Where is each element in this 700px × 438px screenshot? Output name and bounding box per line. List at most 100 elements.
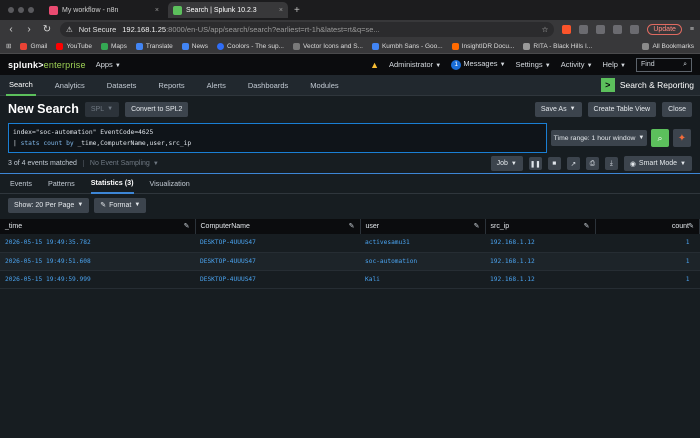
cell-computername[interactable]: DESKTOP-4UUUS47: [195, 234, 360, 253]
print-icon[interactable]: ⎙: [585, 157, 599, 170]
browser-tab-splunk[interactable]: Search | Splunk 10.2.3 ×: [168, 2, 288, 18]
cell-count[interactable]: 1: [595, 252, 700, 271]
reload-icon[interactable]: ↻: [42, 24, 52, 35]
convert-to-spl2-button[interactable]: Convert to SPL2: [125, 101, 189, 117]
address-bar[interactable]: ⚠ Not Secure 192.168.1.25:8000/en-US/app…: [60, 22, 555, 37]
close-window-icon[interactable]: [8, 7, 14, 13]
health-warning-icon[interactable]: ▲: [370, 60, 379, 70]
app-brand[interactable]: > Search & Reporting: [600, 78, 694, 92]
add-to-dashboard-icon[interactable]: ✦: [673, 129, 691, 147]
update-button[interactable]: Update: [647, 24, 682, 35]
security-label[interactable]: Not Secure: [79, 25, 117, 34]
per-page-dropdown[interactable]: Show: 20 Per Page ▼: [8, 197, 90, 213]
bookmark-insightidr[interactable]: InsightIDR Docu...: [451, 42, 514, 50]
save-as-button[interactable]: Save As ▼: [534, 101, 582, 117]
column-header-time[interactable]: _time ✎: [0, 219, 196, 234]
cell-user[interactable]: activesamu31: [360, 234, 485, 253]
administrator-menu[interactable]: Administrator ▼: [389, 60, 441, 69]
cell-count[interactable]: 1: [595, 234, 700, 253]
edit-column-icon[interactable]: ✎: [688, 222, 694, 230]
cell-user[interactable]: soc-automation: [360, 252, 485, 271]
extension-icon[interactable]: [579, 25, 589, 34]
bookmark-vector-icons[interactable]: Vector Icons and S...: [292, 42, 363, 50]
column-header-computername[interactable]: ComputerName ✎: [195, 219, 361, 234]
all-bookmarks[interactable]: All Bookmarks: [642, 42, 694, 50]
search-query-input[interactable]: index="soc-automation" EventCode=4625 | …: [8, 123, 547, 153]
minimize-window-icon[interactable]: [18, 7, 24, 13]
search-submit-button[interactable]: ⌕: [651, 129, 669, 147]
extension-icon[interactable]: [596, 25, 606, 34]
activity-menu[interactable]: Activity ▼: [561, 60, 593, 69]
apps-menu[interactable]: Apps ▼: [96, 60, 121, 69]
close-button[interactable]: Close: [662, 101, 692, 117]
tab-statistics[interactable]: Statistics (3): [90, 174, 134, 194]
not-secure-icon[interactable]: ⚠: [66, 25, 73, 34]
pause-icon[interactable]: ❚❚: [528, 157, 542, 170]
time-range-picker[interactable]: Time range: 1 hour window ▼: [551, 130, 647, 146]
stop-icon[interactable]: ■: [547, 157, 561, 170]
tab-patterns[interactable]: Patterns: [48, 174, 75, 194]
cell-src-ip[interactable]: 192.168.1.12: [485, 270, 595, 289]
event-sampling-dropdown[interactable]: No Event Sampling ▼: [82, 160, 159, 167]
share-icon[interactable]: ↗: [566, 157, 580, 170]
bookmark-kumbh-sans[interactable]: Kumbh Sans - Goo...: [371, 42, 443, 50]
bookmark-rita[interactable]: RITA - Black Hills I...: [523, 42, 592, 50]
column-header-user[interactable]: user ✎: [360, 219, 486, 234]
cell-computername[interactable]: DESKTOP-4UUUS47: [195, 270, 360, 289]
maximize-window-icon[interactable]: [28, 7, 34, 13]
cell-time[interactable]: 2026-05-15 19:49:35.782: [0, 234, 195, 253]
cell-time[interactable]: 2026-05-15 19:49:51.608: [0, 252, 195, 271]
back-icon[interactable]: ‹: [6, 24, 16, 35]
smart-mode-dropdown[interactable]: ◉ Smart Mode ▼: [623, 156, 692, 171]
find-input[interactable]: Find ⌕: [636, 57, 692, 72]
cell-count[interactable]: 1: [595, 270, 700, 289]
cell-src-ip[interactable]: 192.168.1.12: [485, 252, 595, 271]
browser-tab-n8n[interactable]: My workflow - n8n ×: [44, 2, 164, 18]
bookmark-coolors[interactable]: Coolors - The sup...: [217, 42, 284, 50]
nav-alerts[interactable]: Alerts: [204, 75, 229, 96]
forward-icon[interactable]: ›: [24, 24, 34, 35]
bookmark-translate[interactable]: Translate: [135, 42, 173, 50]
cell-time[interactable]: 2026-05-15 19:49:59.999: [0, 270, 195, 289]
export-icon[interactable]: ⤓: [604, 157, 618, 170]
edit-column-icon[interactable]: ✎: [584, 222, 590, 230]
nav-search[interactable]: Search: [6, 75, 36, 96]
job-menu[interactable]: Job ▼: [490, 156, 523, 171]
extension-icon[interactable]: [630, 25, 640, 34]
splunk-logo[interactable]: splunk>enterprise: [8, 60, 86, 70]
nav-datasets[interactable]: Datasets: [104, 75, 140, 96]
bookmark-gmail[interactable]: Gmail: [20, 42, 47, 50]
nav-dashboards[interactable]: Dashboards: [245, 75, 291, 96]
extension-icon[interactable]: [613, 25, 623, 34]
column-header-src-ip[interactable]: src_ip ✎: [485, 219, 596, 234]
tab-visualization[interactable]: Visualization: [150, 174, 190, 194]
column-header-count[interactable]: count ✎: [595, 219, 700, 234]
nav-reports[interactable]: Reports: [155, 75, 187, 96]
new-tab-icon[interactable]: +: [294, 5, 300, 16]
bookmark-star-icon[interactable]: ☆: [542, 25, 549, 34]
messages-menu[interactable]: 1 Messages ▼: [451, 59, 506, 70]
bookmark-youtube[interactable]: YouTube: [56, 42, 92, 50]
spl-toggle[interactable]: SPL ▼: [84, 101, 120, 117]
apps-grid-icon[interactable]: ⊞: [6, 42, 11, 50]
bookmark-maps[interactable]: Maps: [100, 42, 127, 50]
help-menu[interactable]: Help ▼: [603, 60, 626, 69]
cell-user[interactable]: Kali: [360, 270, 485, 289]
nav-analytics[interactable]: Analytics: [52, 75, 88, 96]
cell-computername[interactable]: DESKTOP-4UUUS47: [195, 252, 360, 271]
menu-icon[interactable]: ≡: [690, 26, 694, 33]
create-table-view-button[interactable]: Create Table View: [587, 101, 657, 117]
bookmark-news[interactable]: News: [181, 42, 208, 50]
settings-menu[interactable]: Settings ▼: [516, 60, 551, 69]
edit-column-icon[interactable]: ✎: [349, 222, 355, 230]
window-controls[interactable]: [8, 7, 34, 13]
edit-column-icon[interactable]: ✎: [184, 222, 190, 230]
tab-events[interactable]: Events: [10, 174, 32, 194]
cell-src-ip[interactable]: 192.168.1.12: [485, 234, 595, 253]
format-dropdown[interactable]: ✎ Format ▼: [94, 197, 147, 213]
edit-column-icon[interactable]: ✎: [474, 222, 480, 230]
close-tab-icon[interactable]: ×: [279, 7, 283, 14]
nav-modules[interactable]: Modules: [307, 75, 341, 96]
brave-shield-icon[interactable]: [562, 25, 572, 34]
close-tab-icon[interactable]: ×: [155, 7, 159, 14]
